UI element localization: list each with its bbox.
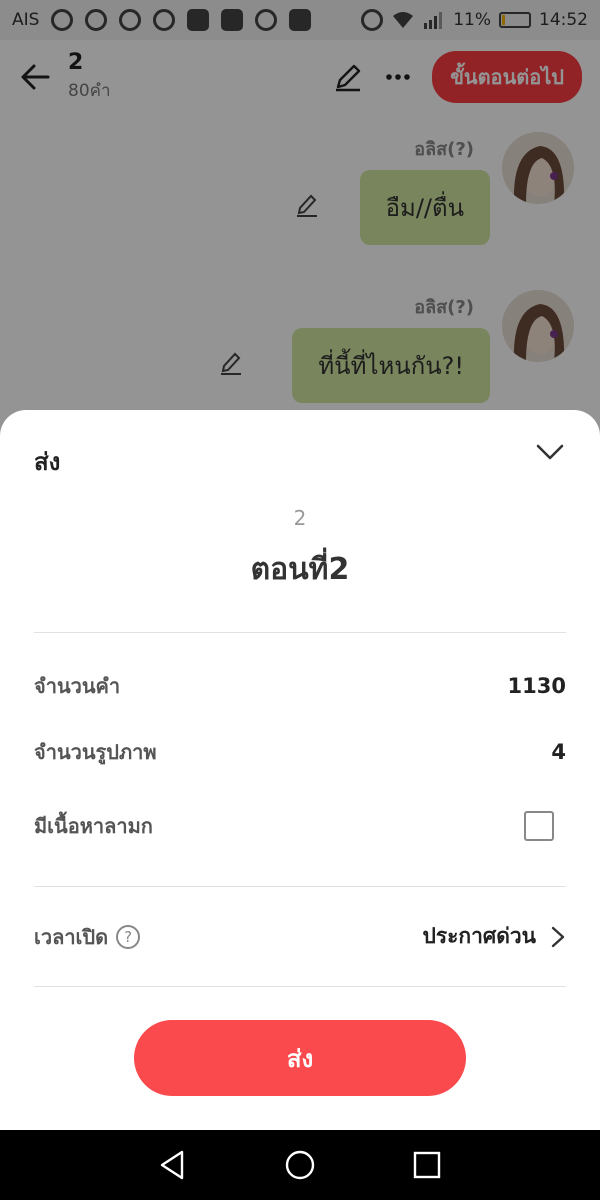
image-count-value: 4 — [551, 740, 566, 764]
divider — [34, 632, 566, 633]
divider — [34, 986, 566, 987]
adult-content-checkbox[interactable] — [524, 811, 554, 841]
image-count-label: จำนวนรูปภาพ — [34, 740, 157, 764]
episode-number: 2 — [293, 506, 307, 530]
chevron-right-icon — [551, 926, 565, 947]
episode-heading: ตอนที่2 — [250, 552, 350, 587]
word-count-label: จำนวนคำ — [34, 674, 121, 698]
submit-bottom-sheet: ส่ง 2 ตอนที่2 จำนวนคำ 1130 จำนวนรูปภาพ 4… — [0, 410, 600, 1130]
system-nav-bar — [0, 1130, 600, 1200]
divider — [34, 886, 566, 887]
submit-button[interactable]: ส่ง — [134, 1020, 466, 1096]
nav-home-icon[interactable] — [282, 1147, 318, 1183]
nav-back-icon[interactable] — [155, 1147, 191, 1183]
adult-content-label: มีเนื้อหาลามก — [34, 814, 153, 838]
help-icon[interactable]: ? — [116, 924, 141, 949]
chevron-down-icon[interactable] — [534, 436, 566, 468]
image-count-row: จำนวนรูปภาพ 4 — [34, 736, 566, 768]
word-count-row: จำนวนคำ 1130 — [34, 670, 566, 702]
nav-recents-icon[interactable] — [409, 1147, 445, 1183]
word-count-value: 1130 — [507, 674, 566, 698]
publish-time-row[interactable]: เวลาเปิด ? ประกาศด่วน — [34, 920, 566, 953]
publish-time-value: ประกาศด่วน — [422, 924, 536, 948]
sheet-title: ส่ง — [34, 448, 61, 476]
adult-content-row: มีเนื้อหาลามก — [34, 810, 566, 842]
publish-time-label: เวลาเปิด — [34, 924, 109, 949]
